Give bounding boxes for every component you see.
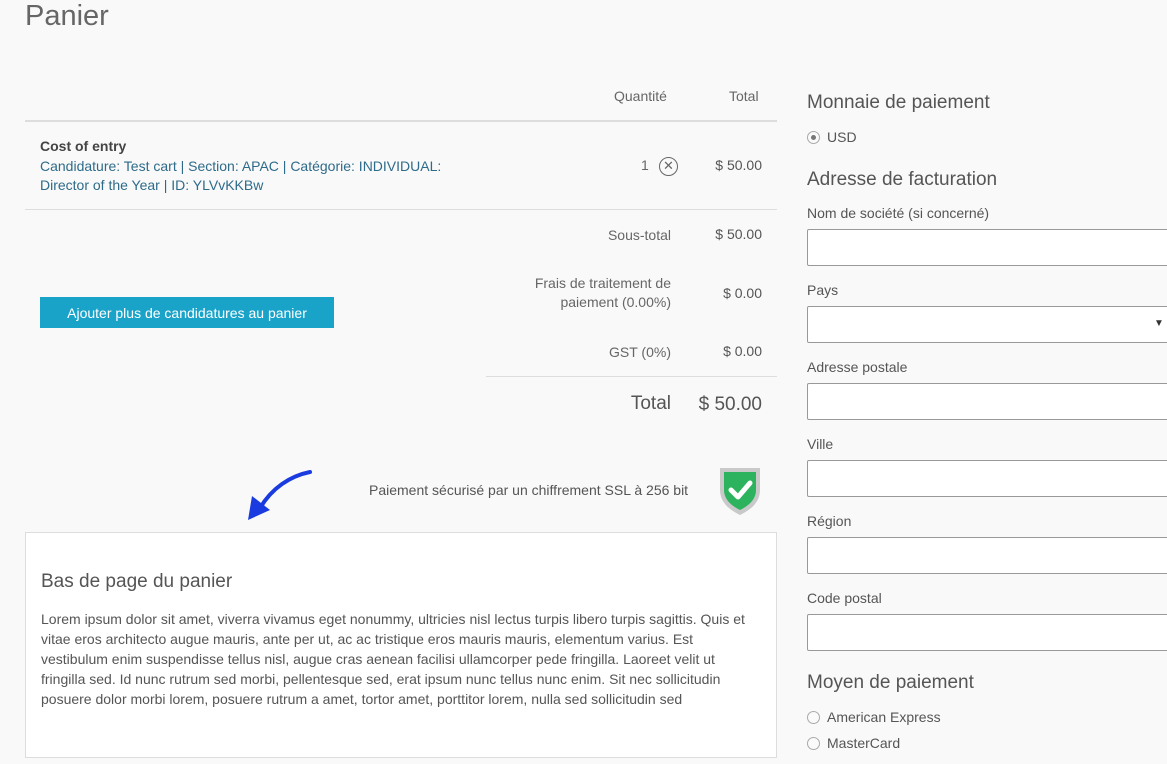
billing-address-title: Adresse de facturation bbox=[807, 169, 998, 190]
item-total: $ 50.00 bbox=[715, 157, 762, 173]
fees-label: Frais de traitement de paiement (0.00%) bbox=[534, 275, 671, 310]
quantity-header: Quantité bbox=[614, 88, 667, 104]
street-label: Adresse postale bbox=[807, 359, 908, 375]
cart-footer: Bas de page du panier Lorem ipsum dolor … bbox=[25, 532, 777, 758]
subtotal-value: $ 50.00 bbox=[715, 226, 762, 242]
item-name: Cost of entry bbox=[40, 138, 127, 154]
gst-value: $ 0.00 bbox=[723, 343, 762, 359]
region-input[interactable] bbox=[807, 537, 1167, 574]
grand-total-label: Total bbox=[630, 393, 671, 414]
footer-text: Lorem ipsum dolor sit amet, viverra viva… bbox=[41, 611, 745, 707]
curved-arrow-icon bbox=[248, 470, 312, 520]
summary-divider bbox=[486, 376, 777, 377]
radio-unchecked-icon[interactable] bbox=[807, 736, 820, 750]
payment-option-label: MasterCard bbox=[827, 735, 901, 751]
payment-method-title: Moyen de paiement bbox=[807, 672, 974, 693]
company-input[interactable] bbox=[807, 229, 1167, 266]
country-label: Pays bbox=[807, 282, 839, 298]
radio-checked-icon[interactable] bbox=[807, 130, 820, 144]
payment-option-label: American Express bbox=[827, 709, 941, 725]
city-label: Ville bbox=[807, 436, 834, 452]
street-input[interactable] bbox=[807, 383, 1167, 420]
gst-label: GST (0%) bbox=[609, 344, 671, 360]
security-shield-icon bbox=[720, 468, 760, 515]
region-label: Région bbox=[807, 513, 852, 529]
company-label: Nom de société (si concerné) bbox=[807, 205, 990, 221]
ssl-security-text: Paiement sécurisé par un chiffrement SSL… bbox=[369, 482, 689, 498]
fees-value: $ 0.00 bbox=[723, 285, 762, 301]
item-quantity: 1 bbox=[641, 157, 649, 173]
item-divider bbox=[25, 209, 777, 210]
remove-item-icon[interactable]: ✕ bbox=[659, 157, 678, 176]
footer-title: Bas de page du panier bbox=[41, 571, 233, 592]
currency-option-usd[interactable]: USD bbox=[807, 129, 857, 145]
item-description[interactable]: Candidature: Test cart | Section: APAC |… bbox=[40, 157, 480, 195]
header-divider bbox=[25, 120, 777, 122]
add-more-entries-button[interactable]: Ajouter plus de candidatures au panier bbox=[40, 297, 334, 328]
radio-unchecked-icon[interactable] bbox=[807, 710, 820, 724]
postal-code-label: Code postal bbox=[807, 590, 882, 606]
grand-total-value: $ 50.00 bbox=[698, 394, 762, 415]
postal-code-input[interactable] bbox=[807, 614, 1167, 651]
chevron-down-icon[interactable]: ▼ bbox=[1154, 318, 1164, 329]
city-input[interactable] bbox=[807, 460, 1167, 497]
subtotal-label: Sous-total bbox=[607, 227, 671, 243]
payment-option-amex[interactable]: American Express bbox=[807, 709, 941, 725]
page-title: Panier bbox=[25, 0, 109, 32]
total-header: Total bbox=[729, 88, 759, 104]
payment-option-mastercard[interactable]: MasterCard bbox=[807, 735, 900, 751]
country-select[interactable] bbox=[807, 306, 1167, 343]
currency-option-label: USD bbox=[827, 129, 857, 145]
payment-currency-title: Monnaie de paiement bbox=[807, 92, 990, 113]
